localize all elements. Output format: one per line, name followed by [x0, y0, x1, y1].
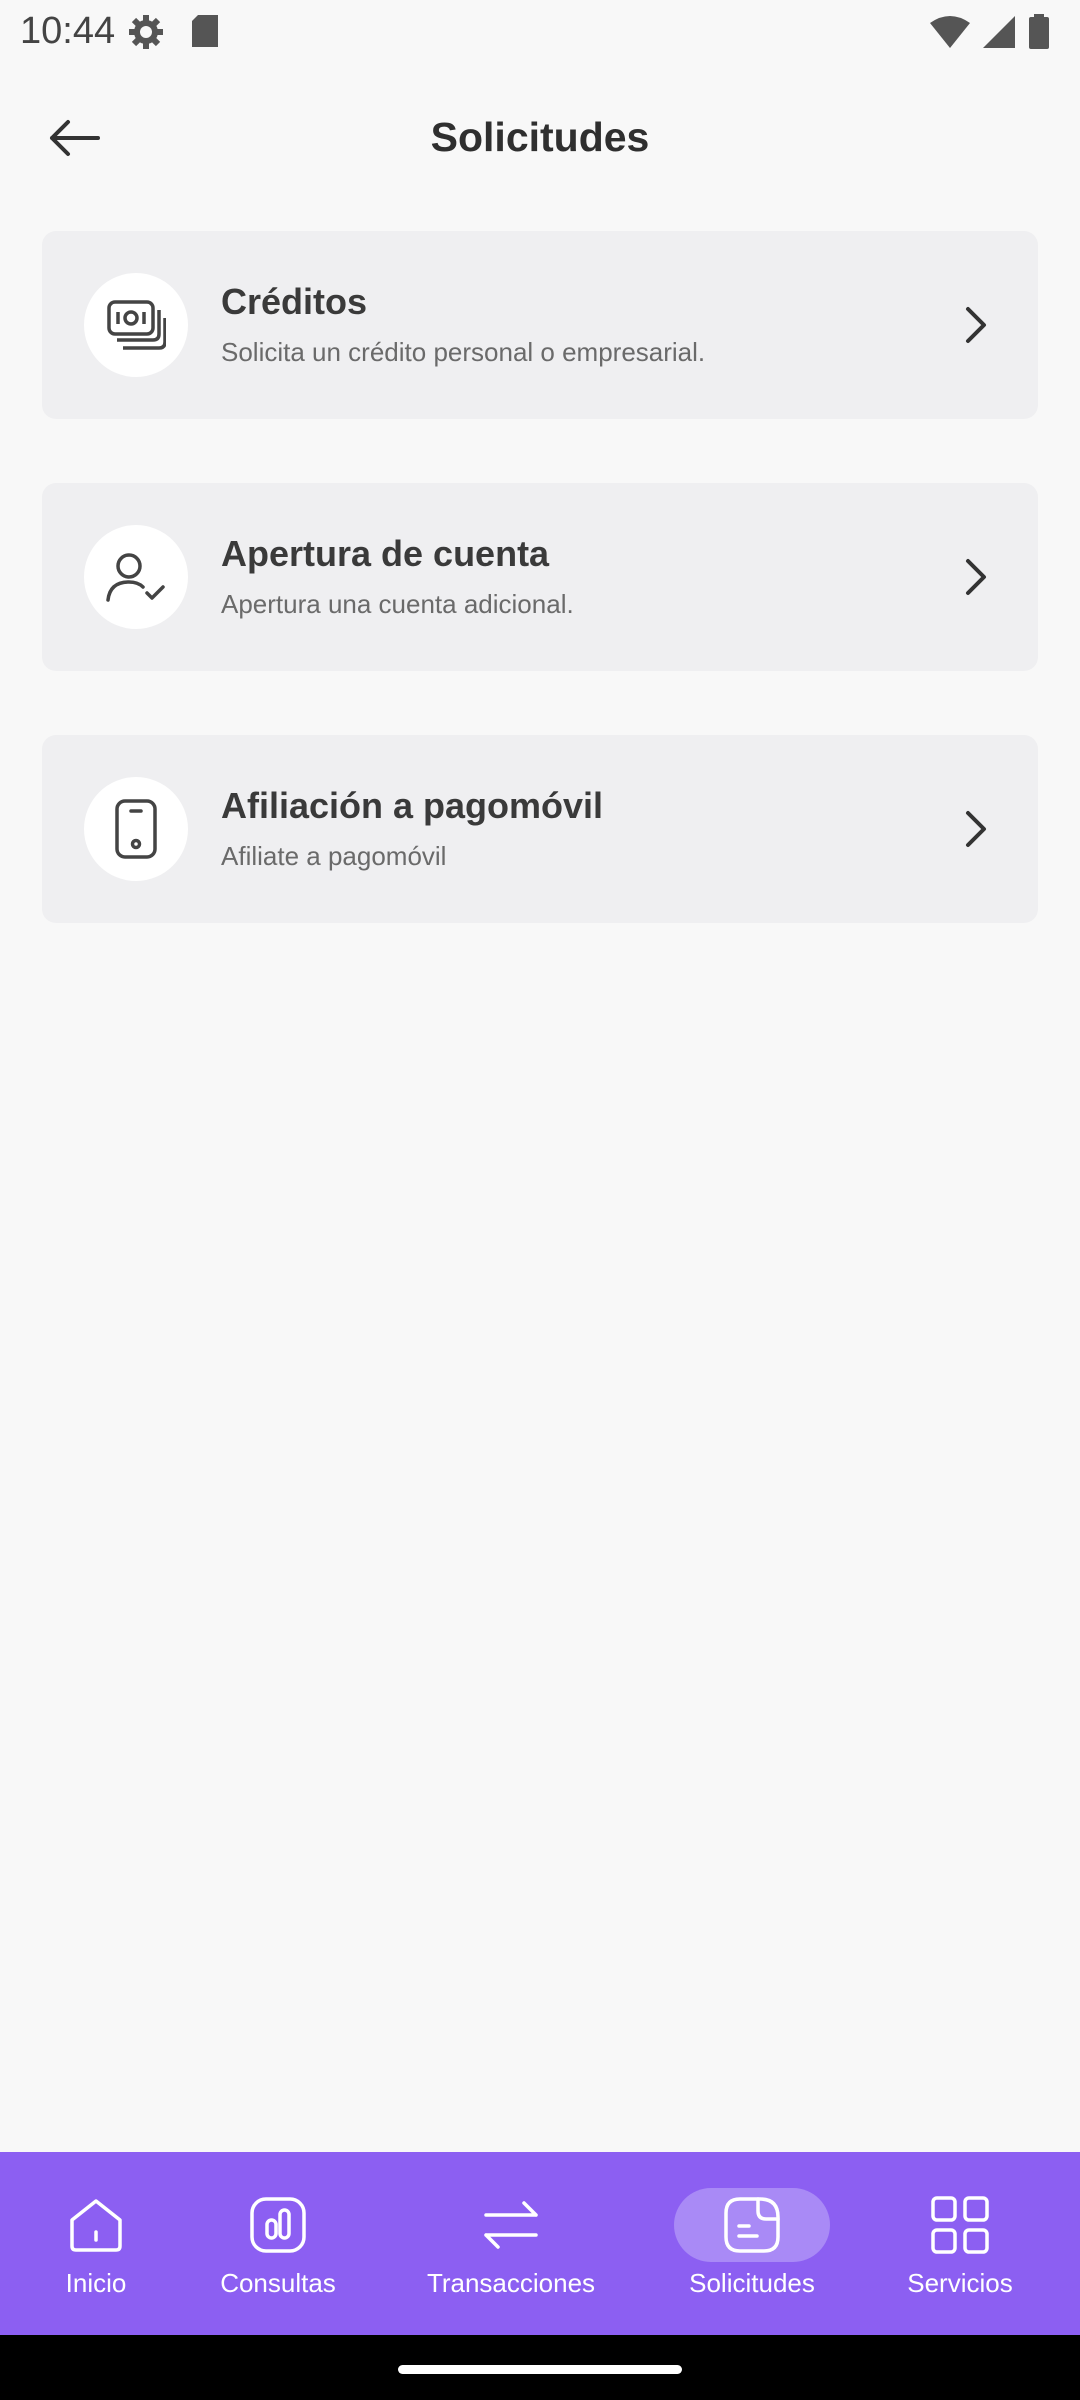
- settings-gear-icon: [126, 12, 166, 57]
- money-stack-icon: [107, 300, 166, 350]
- nav-label: Solicitudes: [689, 2268, 815, 2298]
- wifi-icon: [930, 15, 970, 54]
- chevron-right-icon: [956, 305, 996, 345]
- chevron-right-icon: [956, 557, 996, 597]
- home-icon: [64, 2188, 128, 2262]
- nav-label: Inicio: [65, 2268, 127, 2298]
- document-icon: [724, 2197, 780, 2253]
- status-bar: 10:44: [0, 0, 1080, 64]
- status-icons: [930, 14, 1050, 55]
- card-icon-container: [84, 777, 188, 881]
- nav-item-transacciones[interactable]: Transacciones: [418, 2152, 604, 2335]
- card-subtitle: Solicita un crédito personal o empresari…: [221, 337, 706, 367]
- page-title: Solicitudes: [430, 114, 650, 160]
- bar-chart-icon: [246, 2188, 310, 2262]
- cellular-signal-icon: [982, 15, 1016, 54]
- status-time: 10:44: [20, 10, 116, 52]
- grid-icon: [928, 2188, 992, 2262]
- system-gesture-area: [0, 2335, 1080, 2400]
- card-title: Apertura de cuenta: [221, 533, 550, 574]
- sd-card-icon: [190, 14, 220, 53]
- nav-item-inicio[interactable]: Inicio: [34, 2152, 158, 2335]
- card-icon-container: [84, 273, 188, 377]
- nav-active-indicator: [674, 2188, 830, 2262]
- card-title: Créditos: [221, 281, 368, 322]
- nav-item-solicitudes[interactable]: Solicitudes: [674, 2152, 830, 2335]
- nav-label: Transacciones: [426, 2268, 596, 2298]
- card-subtitle: Apertura una cuenta adicional.: [221, 589, 574, 619]
- card-creditos[interactable]: Créditos Solicita un crédito personal o …: [42, 231, 1038, 419]
- battery-icon: [1028, 14, 1050, 55]
- card-icon-container: [84, 525, 188, 629]
- user-check-icon: [106, 553, 165, 602]
- app-header: Solicitudes: [0, 96, 1080, 180]
- mobile-phone-icon: [115, 799, 157, 859]
- chevron-right-icon: [956, 809, 996, 849]
- nav-item-servicios[interactable]: Servicios: [896, 2152, 1024, 2335]
- card-title: Afiliación a pagomóvil: [221, 785, 604, 826]
- nav-label: Servicios: [907, 2268, 1013, 2298]
- transfer-arrows-icon: [479, 2188, 543, 2262]
- nav-item-consultas[interactable]: Consultas: [212, 2152, 344, 2335]
- card-subtitle: Afiliate a pagomóvil: [221, 841, 447, 871]
- card-afiliacion-pagomovil[interactable]: Afiliación a pagomóvil Afiliate a pagomó…: [42, 735, 1038, 923]
- card-apertura-cuenta[interactable]: Apertura de cuenta Apertura una cuenta a…: [42, 483, 1038, 671]
- home-gesture-handle[interactable]: [398, 2365, 682, 2374]
- bottom-nav: Inicio Consultas Transacciones Solicitud…: [0, 2152, 1080, 2335]
- nav-label: Consultas: [220, 2268, 336, 2298]
